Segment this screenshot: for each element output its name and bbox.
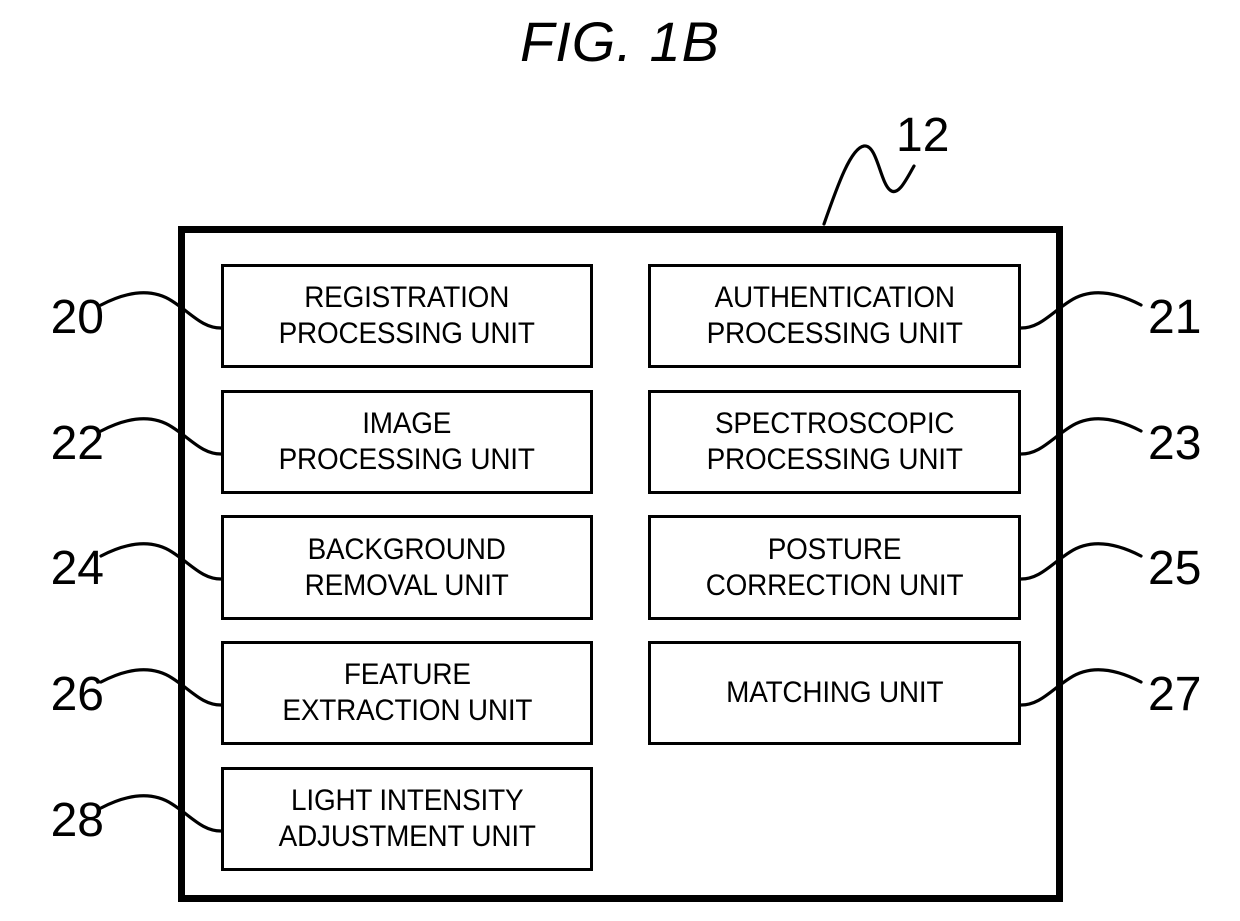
unit-box-feature-extraction: FEATURE EXTRACTION UNIT <box>221 641 593 745</box>
unit-label-authentication-processing: AUTHENTICATION PROCESSING UNIT <box>706 281 963 350</box>
unit-box-matching: MATCHING UNIT <box>648 641 1021 745</box>
unit-label-background-removal: BACKGROUND REMOVAL UNIT <box>305 532 509 602</box>
unit-label-registration-processing: REGISTRATION PROCESSING UNIT <box>278 281 536 350</box>
unit-label-feature-extraction: FEATURE EXTRACTION UNIT <box>282 658 532 727</box>
ref-numeral-12: 12 <box>896 109 950 162</box>
figure-container: FIG. 1B REGISTRATION PROCESSING UNIT AUT… <box>0 0 1240 921</box>
unit-box-light-intensity-adjustment: LIGHT INTENSITY ADJUSTMENT UNIT <box>221 767 593 871</box>
unit-label-image-processing: IMAGE PROCESSING UNIT <box>278 407 536 476</box>
unit-box-image-processing: IMAGE PROCESSING UNIT <box>221 390 593 494</box>
ref-numeral-20: 20 <box>50 291 104 344</box>
unit-label-matching: MATCHING UNIT <box>725 676 944 709</box>
ref-numeral-26: 26 <box>50 668 104 721</box>
unit-box-posture-correction: POSTURE CORRECTION UNIT <box>648 515 1021 620</box>
unit-label-spectroscopic-processing: SPECTROSCOPIC PROCESSING UNIT <box>706 407 963 476</box>
ref-numeral-24: 24 <box>50 542 104 595</box>
unit-box-registration-processing: REGISTRATION PROCESSING UNIT <box>221 264 593 368</box>
unit-label-light-intensity-adjustment: LIGHT INTENSITY ADJUSTMENT UNIT <box>278 784 536 853</box>
ref-numeral-28: 28 <box>50 794 104 847</box>
ref-numeral-25: 25 <box>1148 542 1202 595</box>
unit-box-background-removal: BACKGROUND REMOVAL UNIT <box>221 515 593 620</box>
ref-numeral-27: 27 <box>1148 668 1202 721</box>
ref-numeral-22: 22 <box>50 417 104 470</box>
unit-label-posture-correction: POSTURE CORRECTION UNIT <box>705 532 964 602</box>
unit-box-spectroscopic-processing: SPECTROSCOPIC PROCESSING UNIT <box>648 390 1021 494</box>
unit-box-authentication-processing: AUTHENTICATION PROCESSING UNIT <box>648 264 1021 368</box>
ref-numeral-21: 21 <box>1148 291 1202 344</box>
ref-numeral-23: 23 <box>1148 417 1202 470</box>
figure-title: FIG. 1B <box>520 10 720 73</box>
